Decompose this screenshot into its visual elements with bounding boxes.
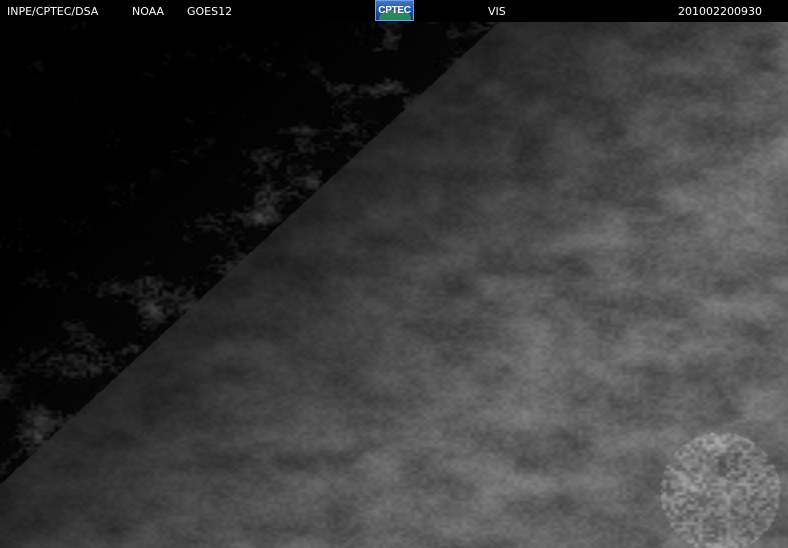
agency-label: INPE/CPTEC/DSA (7, 5, 99, 18)
satellite-label: GOES12 (187, 5, 233, 18)
cptec-logo: CPTEC (375, 0, 414, 21)
channel-label: VIS (488, 5, 506, 18)
provider-label: NOAA (132, 5, 165, 18)
timestamp-label: 201002200930 (678, 5, 762, 18)
header-bar: INPE/CPTEC/DSA NOAA GOES12 CPTEC VIS 201… (0, 0, 788, 22)
satellite-image (0, 22, 788, 548)
logo-text: CPTEC (378, 5, 411, 16)
